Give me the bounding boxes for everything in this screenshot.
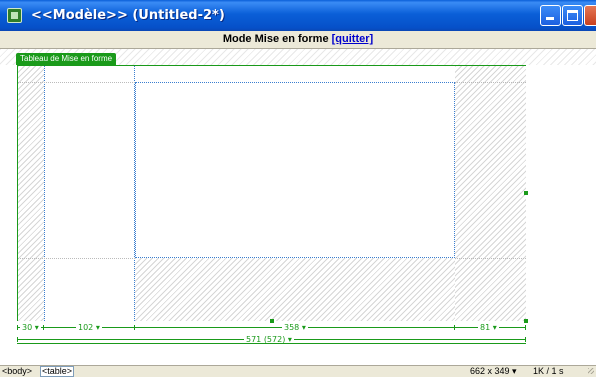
table-resize-handle-right[interactable] bbox=[524, 191, 528, 195]
window-size-menu[interactable]: 662 x 349 ▾ bbox=[470, 366, 517, 377]
empty-cell-bottom bbox=[135, 258, 455, 321]
close-button[interactable] bbox=[584, 5, 596, 26]
ruler-tick bbox=[17, 337, 18, 342]
empty-column-left bbox=[18, 66, 44, 321]
grid-line bbox=[18, 258, 135, 259]
ruler-tick bbox=[454, 325, 455, 330]
column-width-menu[interactable]: 81 ▾ bbox=[478, 323, 499, 332]
minimize-icon bbox=[546, 17, 554, 20]
ruler-tick bbox=[525, 337, 526, 342]
layout-cell-main[interactable] bbox=[135, 82, 455, 258]
window-title: <<Modèle>> (Untitled-2*) bbox=[31, 8, 225, 23]
ruler-tick bbox=[17, 325, 18, 330]
table-resize-handle-bottom[interactable] bbox=[270, 319, 274, 323]
ruler-tick bbox=[134, 325, 135, 330]
status-bar: <body> <table> 662 x 349 ▾ 1K / 1 s bbox=[0, 365, 596, 377]
design-view[interactable]: Tableau de Mise en forme 30 ▾ 102 ▾ 358 … bbox=[0, 49, 596, 365]
window-titlebar[interactable]: <<Modèle>> (Untitled-2*) bbox=[0, 0, 596, 31]
column-width-menu[interactable]: 358 ▾ bbox=[282, 323, 308, 332]
top-row-gap bbox=[135, 66, 455, 82]
grid-line bbox=[455, 82, 526, 83]
layout-table-tab[interactable]: Tableau de Mise en forme bbox=[16, 53, 117, 65]
empty-column-right bbox=[455, 66, 526, 321]
resize-grip-icon[interactable] bbox=[588, 368, 594, 374]
quit-layout-mode-link[interactable]: [quitter] bbox=[332, 33, 374, 45]
grid-line bbox=[18, 82, 135, 83]
column-width-menu[interactable]: 30 ▾ bbox=[20, 323, 41, 332]
ruler-tick bbox=[43, 325, 44, 330]
layout-table[interactable] bbox=[17, 65, 526, 321]
table-resize-handle-corner[interactable] bbox=[524, 319, 528, 323]
app-icon bbox=[7, 8, 22, 23]
layout-cell-left[interactable] bbox=[44, 66, 135, 321]
tag-selector-body[interactable]: <body> bbox=[2, 366, 32, 377]
table-bottom-line bbox=[17, 343, 526, 344]
maximize-icon bbox=[567, 10, 578, 21]
tag-selector-table[interactable]: <table> bbox=[40, 366, 75, 377]
column-width-menu[interactable]: 102 ▾ bbox=[76, 323, 102, 332]
layout-mode-bar: Mode Mise en forme [quitter] bbox=[0, 31, 596, 49]
layout-mode-label: Mode Mise en forme bbox=[222, 33, 332, 45]
ruler-tick bbox=[525, 325, 526, 330]
maximize-button[interactable] bbox=[562, 5, 583, 26]
grid-line bbox=[455, 258, 526, 259]
download-size: 1K / 1 s bbox=[533, 366, 564, 376]
minimize-button[interactable] bbox=[540, 5, 561, 26]
